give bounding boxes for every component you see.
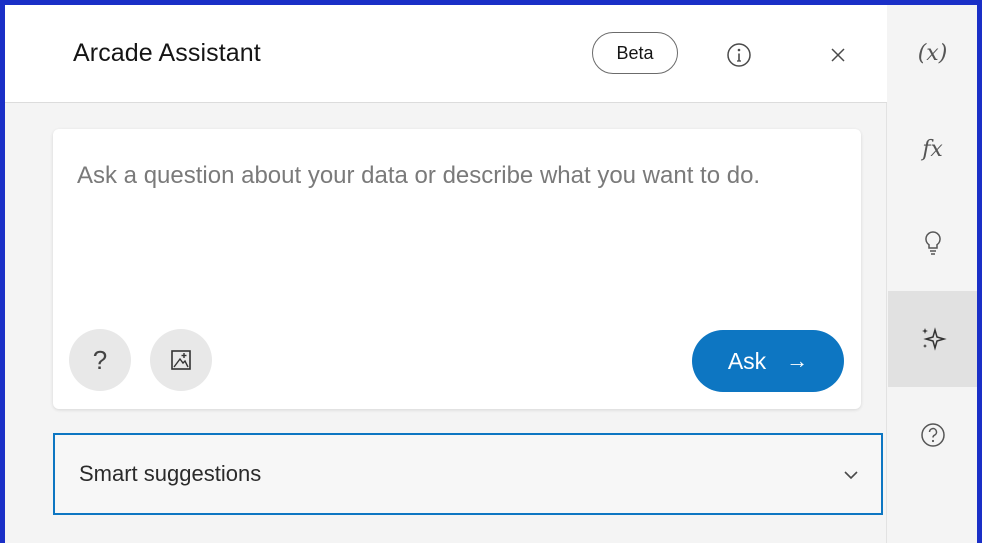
smart-suggestions-label: Smart suggestions: [79, 461, 262, 486]
help-circle-icon: [920, 423, 945, 447]
prompt-card: ? Ask →: [53, 129, 861, 409]
arcade-assistant-window: Arcade Assistant Beta ?: [5, 5, 977, 543]
info-icon: [727, 43, 751, 67]
rail-item-functions[interactable]: fx: [888, 101, 977, 197]
sparkles-icon: [921, 327, 947, 351]
smart-suggestions-dropdown[interactable]: Smart suggestions: [53, 433, 883, 515]
image-button[interactable]: [150, 329, 212, 391]
help-button[interactable]: ?: [69, 329, 131, 391]
rail-item-variables[interactable]: (x): [888, 5, 977, 101]
panel-header: Arcade Assistant Beta: [5, 5, 887, 103]
arrow-right-icon: →: [786, 348, 809, 373]
side-rail: (x) fx: [888, 5, 977, 543]
lightbulb-icon: [924, 231, 941, 255]
ask-label: Ask: [727, 347, 767, 374]
rail-item-help[interactable]: [888, 387, 977, 483]
prompt-input[interactable]: [77, 149, 837, 299]
variables-icon: (x): [917, 40, 948, 66]
rail-item-assistant[interactable]: [888, 291, 977, 387]
close-button[interactable]: [826, 43, 850, 67]
functions-icon: fx: [922, 136, 943, 162]
question-mark-icon: ?: [92, 344, 108, 375]
ask-button[interactable]: Ask →: [692, 330, 844, 392]
panel-title: Arcade Assistant: [73, 39, 261, 67]
close-icon: [831, 48, 845, 62]
beta-badge: Beta: [592, 32, 678, 74]
rail-item-suggestions[interactable]: [888, 195, 977, 291]
info-button[interactable]: [725, 41, 753, 69]
chevron-down-icon: [844, 471, 858, 480]
image-crop-icon: [171, 350, 191, 370]
assistant-panel: Arcade Assistant Beta ?: [5, 5, 887, 543]
